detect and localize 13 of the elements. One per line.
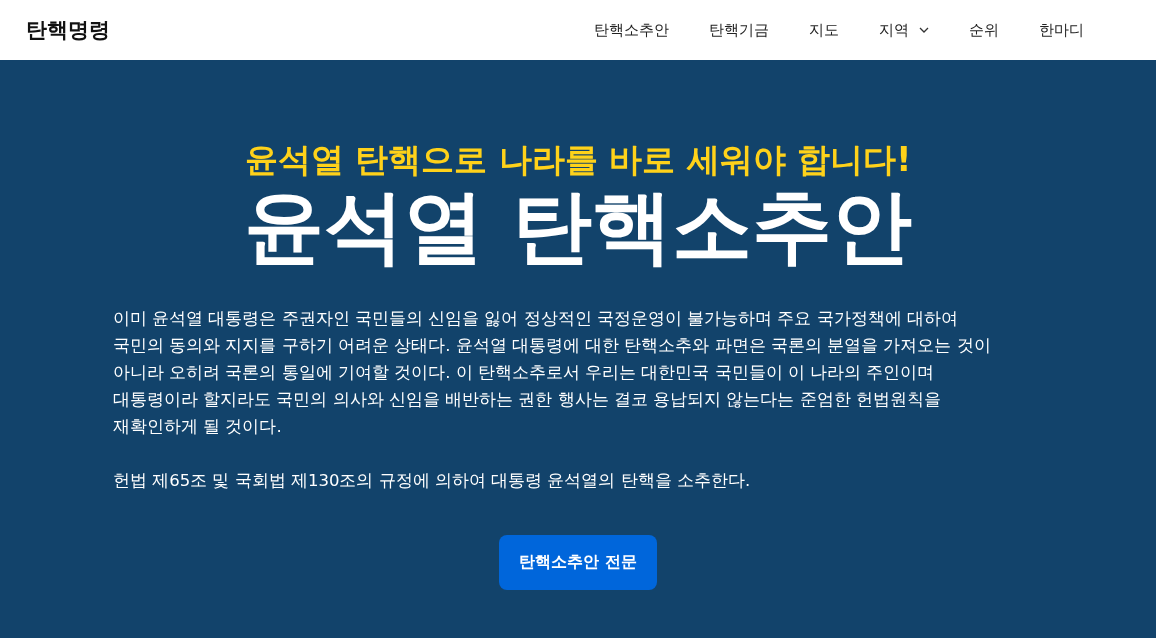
nav-link[interactable]: 탄핵소추안 [574,12,689,48]
nav-link[interactable]: 탄핵기금 [689,12,789,48]
full-text-button[interactable]: 탄핵소추안 전문 [499,535,657,590]
hero-title: 윤석열 탄핵소추안 [244,183,912,271]
hero-subtitle: 윤석열 탄핵으로 나라를 바로 세워야 합니다! [244,139,912,181]
site-logo[interactable]: 탄핵명령 [26,16,110,44]
body-paragraph: 이미 윤석열 대통령은 주권자인 국민들의 신임을 잃어 정상적인 국정운영이 불가능하며 주요 국가정책에 대하여 국민의 동의와 지지를 구하기 어려운 상태다. 윤석열 대통령에 대한 탄핵소추와 파면은 국론의 분열을 가져오는 것이 아니라 오히려 국론의 통일에 기여할 것이다. 이 탄핵소추로서 우리는 대한민국 국민들이 이 나라의 주인이며 대통령이라 할지라도 국민의 의사와 신임을 배반하는 권한 행사는 결코 용납되지 않는다는 준엄한 헌법원칙을 재확인하게 될 것이다. [113,308,992,438]
nav-link[interactable]: 지도 [789,12,859,48]
body-paragraph: 헌법 제65조 및 국회법 제130조의 규정에 의하여 대통령 윤석열의 탄핵을 소추한다. [113,470,752,492]
nav-link[interactable]: 한마디 [1019,12,1104,48]
nav-link[interactable]: 순위 [949,12,1019,48]
nav-link[interactable]: 지역 [859,12,949,48]
chevron-down-icon [919,27,929,33]
